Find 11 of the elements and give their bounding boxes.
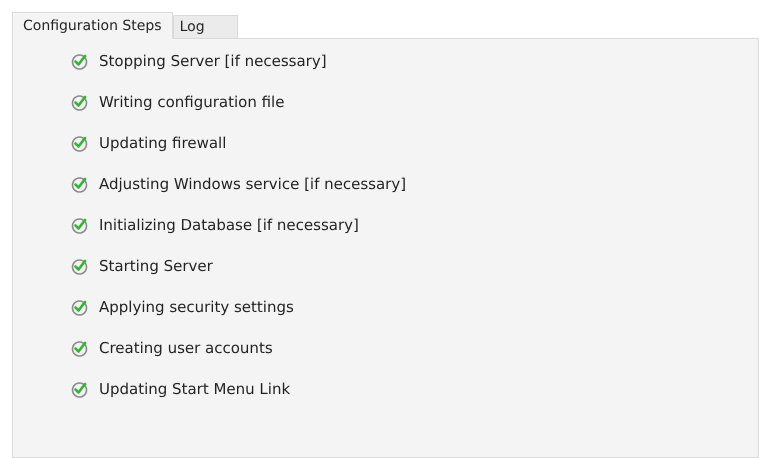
step-label: Writing configuration file [99, 92, 284, 114]
step-label: Updating Start Menu Link [99, 379, 290, 400]
step-label: Initializing Database [if necessary] [99, 215, 359, 236]
step-label: Updating firewall [99, 133, 226, 154]
step-label: Creating user accounts [99, 338, 273, 360]
tab[interactable]: Configuration Steps [12, 12, 173, 39]
step-label: Adjusting Windows service [if necessary] [99, 174, 406, 196]
tab[interactable]: Log [172, 15, 238, 39]
step-label: Applying security settings [99, 297, 294, 318]
step-label: Stopping Server [if necessary] [99, 51, 327, 72]
step-label: Starting Server [99, 256, 213, 278]
